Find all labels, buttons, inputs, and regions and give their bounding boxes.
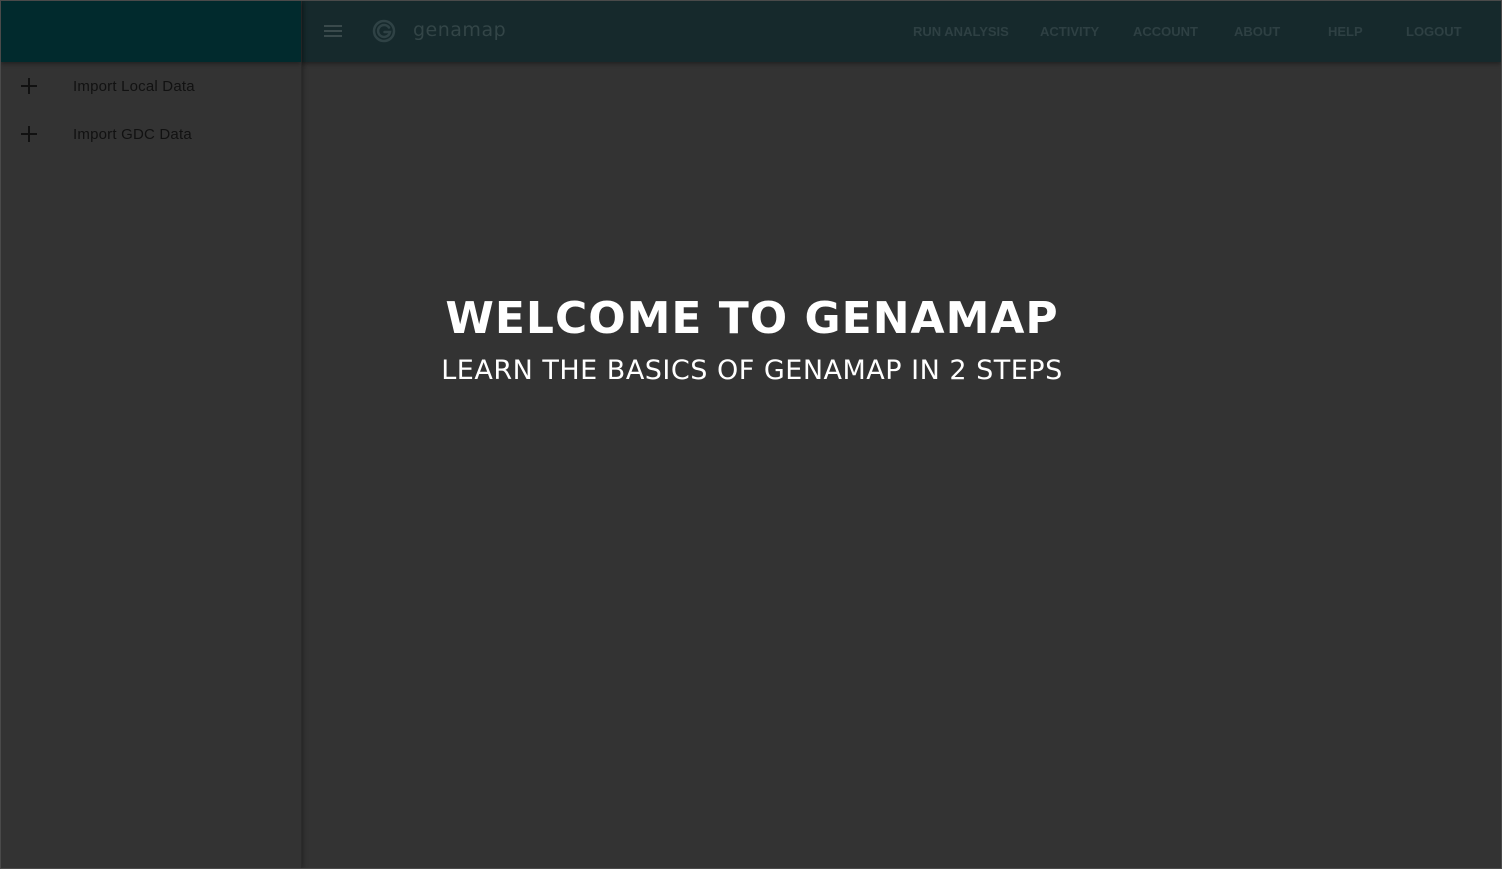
sidebar-item-import-gdc-data[interactable]: Import GDC Data bbox=[1, 110, 301, 158]
nav-account[interactable]: ACCOUNT bbox=[1133, 1, 1198, 62]
nav-logout[interactable]: LOGOUT bbox=[1406, 1, 1462, 62]
sidebar-item-label: Import GDC Data bbox=[73, 125, 192, 143]
sidebar-item-import-local-data[interactable]: Import Local Data bbox=[1, 62, 301, 110]
nav-run-analysis[interactable]: RUN ANALYSIS bbox=[913, 1, 1009, 62]
nav-help[interactable]: HELP bbox=[1328, 1, 1363, 62]
sidebar-header bbox=[1, 1, 301, 62]
plus-icon bbox=[21, 78, 37, 94]
sidebar-item-label: Import Local Data bbox=[73, 77, 195, 95]
app-window: genamap RUN ANALYSIS ACTIVITY ACCOUNT AB… bbox=[0, 0, 1502, 869]
nav-activity[interactable]: ACTIVITY bbox=[1040, 1, 1099, 62]
top-app-bar: genamap RUN ANALYSIS ACTIVITY ACCOUNT AB… bbox=[301, 1, 1501, 62]
top-nav: RUN ANALYSIS ACTIVITY ACCOUNT ABOUT HELP… bbox=[301, 1, 1501, 62]
nav-about[interactable]: ABOUT bbox=[1234, 1, 1280, 62]
side-drawer: Import Local Data Import GDC Data bbox=[1, 1, 302, 868]
plus-icon bbox=[21, 126, 37, 142]
